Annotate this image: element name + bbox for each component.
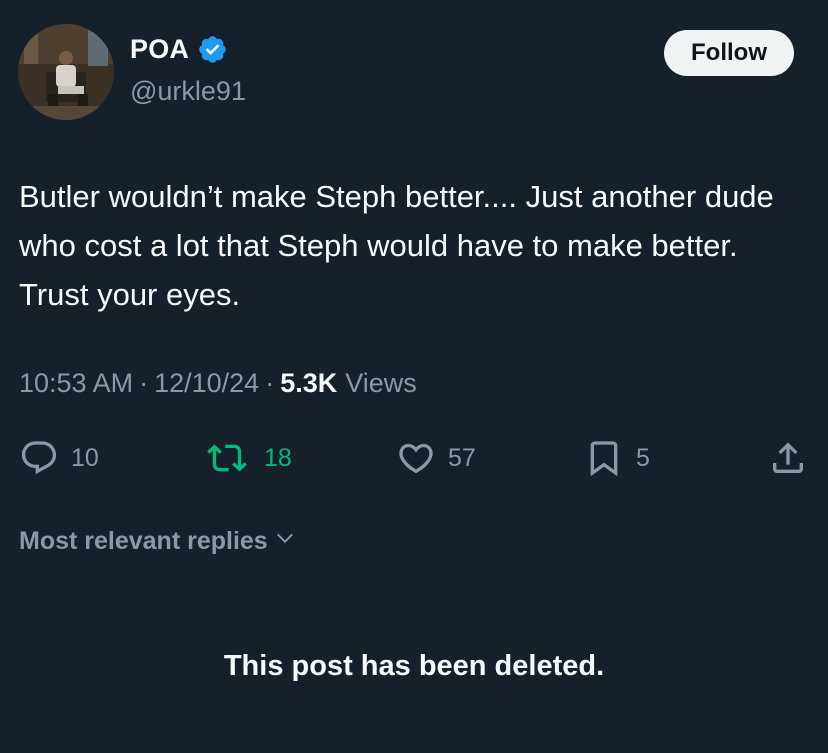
verified-badge-icon [197, 34, 228, 65]
bookmark-icon [584, 438, 624, 478]
tweet-time[interactable]: 10:53 AM [19, 368, 133, 399]
share-icon [768, 438, 808, 478]
share-button[interactable] [768, 438, 808, 478]
deleted-post-message: This post has been deleted. [223, 650, 605, 682]
meta-separator: · [139, 368, 149, 398]
views-label[interactable]: Views [345, 368, 417, 399]
reply-count: 10 [71, 443, 99, 472]
chevron-down-icon [274, 527, 296, 556]
tweet-text: Butler wouldn’t make Steph better.... Ju… [19, 179, 774, 312]
retweet-button[interactable]: 18 [202, 438, 292, 478]
replies-sort-label: Most relevant replies [19, 527, 268, 555]
author-handle[interactable]: @urkle91 [130, 76, 246, 107]
like-count: 57 [448, 443, 476, 472]
like-icon [396, 438, 436, 478]
tweet-meta: 10:53 AM · 12/10/24 · 5.3K Views [19, 368, 417, 399]
retweet-icon [202, 438, 252, 478]
bookmark-button[interactable]: 5 [584, 438, 650, 478]
views-count[interactable]: 5.3K [280, 368, 337, 399]
replies-sort-dropdown[interactable]: Most relevant replies [19, 527, 296, 556]
avatar[interactable] [18, 24, 114, 120]
reply-button[interactable]: 10 [19, 438, 99, 478]
tweet-date[interactable]: 12/10/24 [154, 368, 259, 399]
reply-icon [19, 438, 59, 478]
bookmark-count: 5 [636, 443, 650, 472]
retweet-count: 18 [264, 443, 292, 472]
meta-separator: · [265, 368, 275, 398]
author-name-row[interactable]: POA [130, 34, 228, 65]
follow-button[interactable]: Follow [664, 30, 794, 76]
author-name[interactable]: POA [130, 34, 189, 65]
like-button[interactable]: 57 [396, 438, 476, 478]
